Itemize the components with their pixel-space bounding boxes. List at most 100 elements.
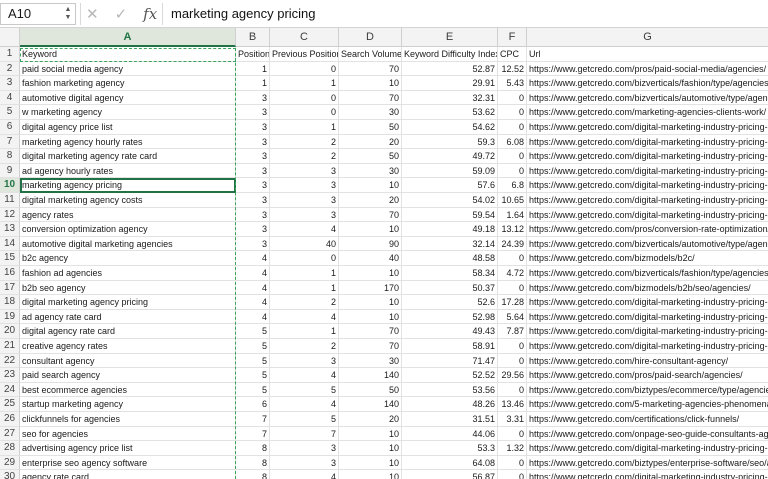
column-header-f[interactable]: F <box>498 28 527 46</box>
cell-f[interactable]: 12.52 <box>498 61 527 77</box>
cell-e[interactable]: 32.14 <box>402 236 498 252</box>
cell-d[interactable]: 70 <box>339 207 402 223</box>
cell-d[interactable]: 10 <box>339 470 402 479</box>
cell-g[interactable]: https://www.getcredo.com/digital-marketi… <box>527 164 768 179</box>
cell-b[interactable]: 4 <box>236 309 270 325</box>
cell-d[interactable]: 90 <box>339 236 402 252</box>
cell-c[interactable]: 1 <box>270 266 339 281</box>
cell-f[interactable]: 0 <box>498 105 527 120</box>
cell-g[interactable]: https://www.getcredo.com/pros/conversion… <box>527 222 768 237</box>
cell-d[interactable]: 10 <box>339 266 402 281</box>
cell-c[interactable]: 0 <box>270 90 339 106</box>
column-header-g[interactable]: G <box>527 28 768 46</box>
cell-e[interactable]: 48.58 <box>402 251 498 266</box>
cell-c[interactable]: 4 <box>270 397 339 412</box>
cell-b[interactable]: 1 <box>236 61 270 77</box>
cell-d[interactable]: 20 <box>339 134 402 150</box>
cell-b[interactable]: 5 <box>236 368 270 383</box>
cell-g[interactable]: https://www.getcredo.com/hire-consultant… <box>527 354 768 369</box>
header-cell-f[interactable]: CPC <box>498 47 527 62</box>
cell-d[interactable]: 10 <box>339 178 402 193</box>
cell-e[interactable]: 52.87 <box>402 61 498 77</box>
cell-a[interactable]: digital marketing agency rate card <box>20 149 236 164</box>
cell-g[interactable]: https://www.getcredo.com/bizverticals/fa… <box>527 266 768 281</box>
cell-f[interactable]: 5.43 <box>498 76 527 91</box>
cell-f[interactable]: 0 <box>498 470 527 479</box>
cell-b[interactable]: 5 <box>236 324 270 339</box>
row-header[interactable]: 7 <box>0 134 20 150</box>
cell-a[interactable]: consultant agency <box>20 353 236 369</box>
cell-a[interactable]: paid social media agency <box>20 61 236 77</box>
cell-c[interactable]: 0 <box>270 61 339 77</box>
cell-f[interactable]: 0 <box>498 353 527 369</box>
cell-e[interactable]: 53.3 <box>402 441 498 456</box>
cell-b[interactable]: 7 <box>236 412 270 427</box>
cell-g[interactable]: https://www.getcredo.com/bizverticals/au… <box>527 91 768 106</box>
cell-d[interactable]: 10 <box>339 426 402 442</box>
cell-e[interactable]: 53.56 <box>402 382 498 398</box>
row-header[interactable]: 8 <box>0 149 20 164</box>
cancel-icon[interactable]: ✕ <box>86 5 99 23</box>
cell-g[interactable]: https://www.getcredo.com/biztypes/ecomme… <box>527 383 768 398</box>
row-header[interactable]: 6 <box>0 120 20 135</box>
cell-b[interactable]: 4 <box>236 280 270 296</box>
cell-a[interactable]: automotive digital agency <box>20 90 236 106</box>
cell-b[interactable]: 3 <box>236 163 270 179</box>
cell-d[interactable]: 30 <box>339 163 402 179</box>
row-header[interactable]: 18 <box>0 295 20 310</box>
cell-g[interactable]: https://www.getcredo.com/digital-marketi… <box>527 470 768 479</box>
cell-e[interactable]: 59.54 <box>402 207 498 223</box>
cell-d[interactable]: 10 <box>339 295 402 310</box>
cell-b[interactable]: 8 <box>236 441 270 456</box>
cell-g[interactable]: https://www.getcredo.com/digital-marketi… <box>527 193 768 208</box>
row-header[interactable]: 30 <box>0 470 20 479</box>
cell-b[interactable]: 8 <box>236 470 270 479</box>
cell-a[interactable]: startup marketing agency <box>20 397 236 412</box>
cell-c[interactable]: 40 <box>270 236 339 252</box>
cell-b[interactable]: 1 <box>236 76 270 91</box>
cell-e[interactable]: 52.98 <box>402 309 498 325</box>
cell-c[interactable]: 4 <box>270 222 339 237</box>
cell-b[interactable]: 4 <box>236 251 270 266</box>
cell-e[interactable]: 49.18 <box>402 222 498 237</box>
cell-c[interactable]: 2 <box>270 295 339 310</box>
cell-f[interactable]: 6.08 <box>498 134 527 150</box>
header-cell-b[interactable]: Position <box>236 47 270 62</box>
cell-f[interactable]: 0 <box>498 339 527 354</box>
cell-g[interactable]: https://www.getcredo.com/biztypes/enterp… <box>527 456 768 471</box>
cell-a[interactable]: seo for agencies <box>20 426 236 442</box>
cell-a[interactable]: agency rates <box>20 207 236 223</box>
row-header[interactable]: 9 <box>0 163 20 179</box>
cell-b[interactable]: 3 <box>236 178 270 193</box>
column-header-d[interactable]: D <box>339 28 402 46</box>
cell-b[interactable]: 5 <box>236 339 270 354</box>
cell-c[interactable]: 4 <box>270 470 339 479</box>
cell-f[interactable]: 10.65 <box>498 193 527 208</box>
cell-a[interactable]: enterprise seo agency software <box>20 455 236 471</box>
cell-a[interactable]: agency rate card <box>20 470 236 479</box>
cell-g[interactable]: https://www.getcredo.com/pros/paid-searc… <box>527 368 768 383</box>
cell-g[interactable]: https://www.getcredo.com/digital-marketi… <box>527 178 768 193</box>
cell-b[interactable]: 5 <box>236 353 270 369</box>
name-box[interactable]: A10 ▲ ▼ <box>0 3 76 25</box>
cell-b[interactable]: 3 <box>236 120 270 135</box>
row-header[interactable]: 12 <box>0 207 20 223</box>
cell-b[interactable]: 3 <box>236 105 270 120</box>
cell-e[interactable]: 71.47 <box>402 353 498 369</box>
column-header-b[interactable]: B <box>236 28 270 46</box>
cell-a[interactable]: digital marketing agency costs <box>20 193 236 208</box>
cell-f[interactable]: 0 <box>498 163 527 179</box>
cell-g[interactable]: https://www.getcredo.com/digital-marketi… <box>527 135 768 150</box>
cell-f[interactable]: 6.8 <box>498 178 527 193</box>
cell-e[interactable]: 59.3 <box>402 134 498 150</box>
cell-c[interactable]: 0 <box>270 105 339 120</box>
row-header[interactable]: 29 <box>0 455 20 471</box>
cell-b[interactable]: 3 <box>236 149 270 164</box>
row-header[interactable]: 21 <box>0 339 20 354</box>
cell-a[interactable]: automotive digital marketing agencies <box>20 236 236 252</box>
cell-g[interactable]: https://www.getcredo.com/onpage-seo-guid… <box>527 427 768 442</box>
cell-d[interactable]: 10 <box>339 455 402 471</box>
row-header[interactable]: 26 <box>0 412 20 427</box>
cell-b[interactable]: 8 <box>236 455 270 471</box>
cell-c[interactable]: 0 <box>270 251 339 266</box>
